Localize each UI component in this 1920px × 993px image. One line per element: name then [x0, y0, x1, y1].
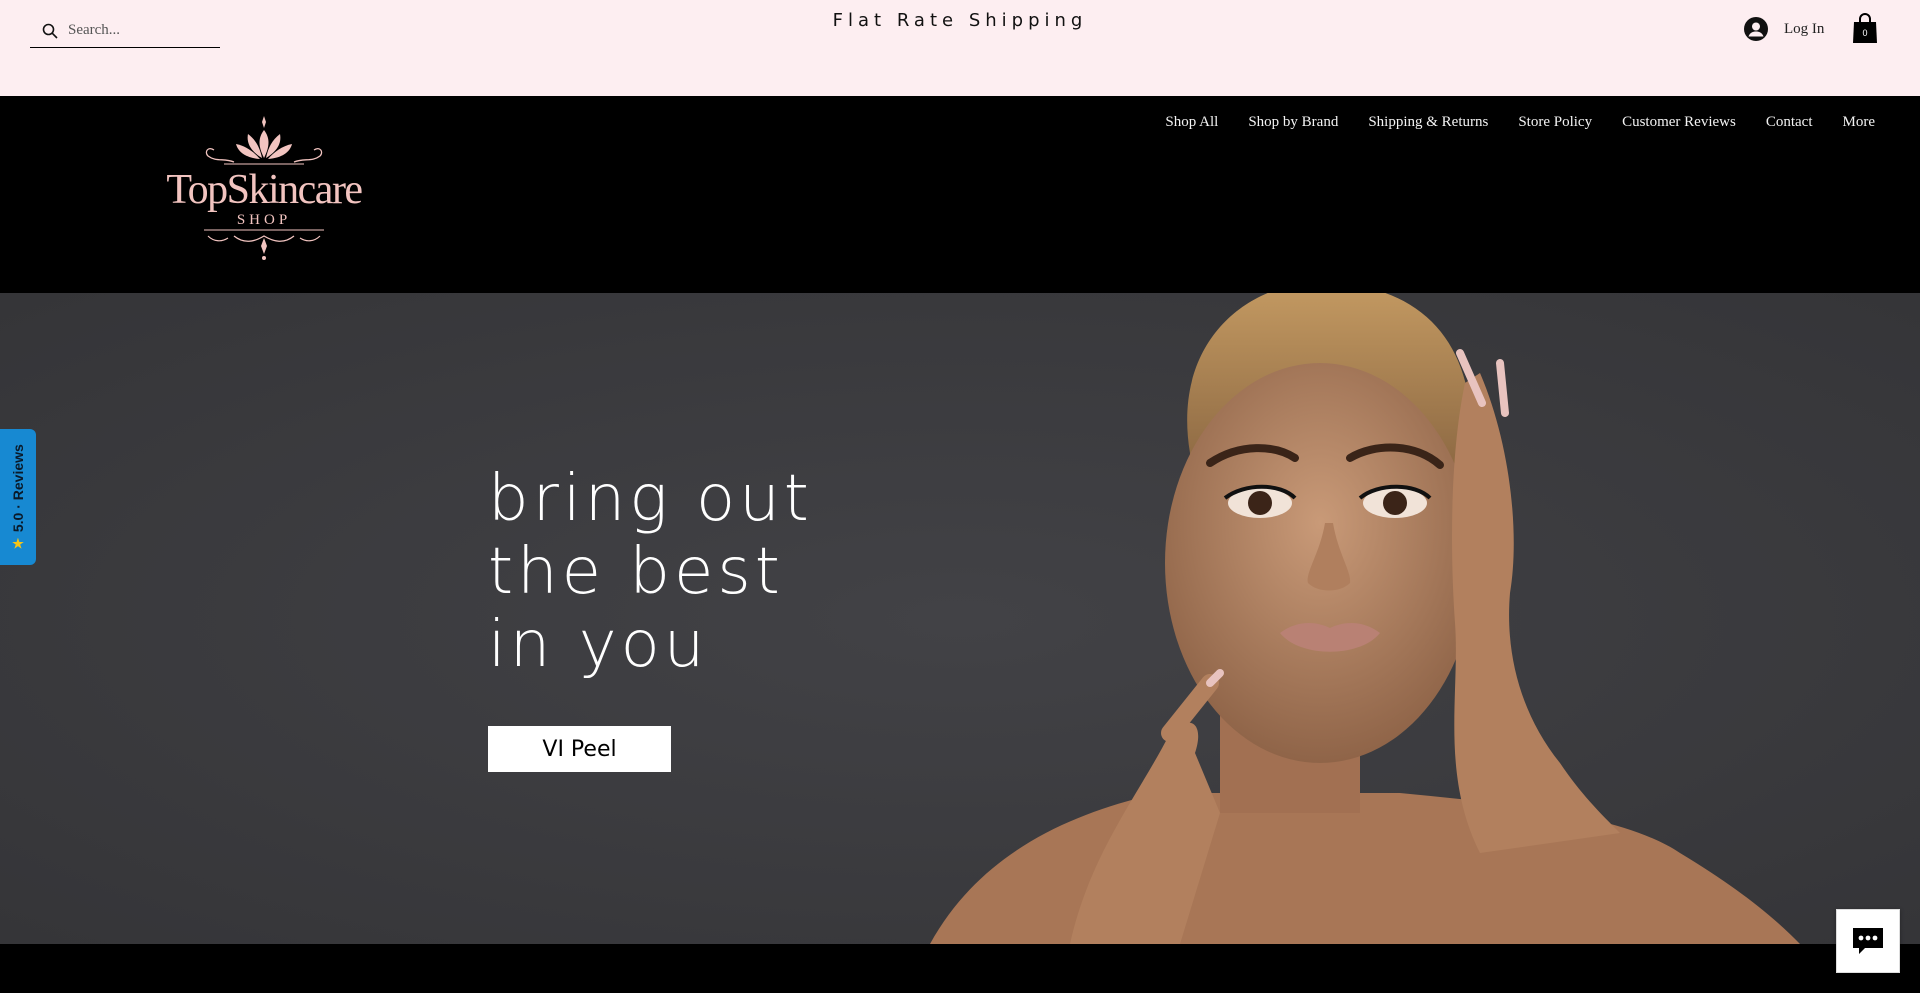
nav-customer-reviews[interactable]: Customer Reviews: [1607, 114, 1751, 131]
star-icon: ★: [12, 535, 24, 551]
logo-wordmark: TopSkincare: [166, 167, 363, 213]
nav-shipping-returns[interactable]: Shipping & Returns: [1353, 114, 1503, 131]
shipping-announcement: Flat Rate Shipping: [832, 10, 1088, 31]
hero-line-1: bring out: [488, 462, 813, 536]
hero-line-3: in you: [488, 608, 709, 682]
vi-peel-button[interactable]: VI Peel: [488, 726, 671, 772]
chat-bubble-icon: [1853, 928, 1883, 954]
reviews-tab-label-wrap: ★ 5.0 · Reviews: [10, 444, 26, 551]
logo-subtitle: SHOP: [236, 212, 292, 228]
nav-shop-by-brand[interactable]: Shop by Brand: [1233, 114, 1353, 131]
user-avatar-icon: [1744, 17, 1768, 41]
nav-more[interactable]: More: [1828, 114, 1876, 131]
nav-contact[interactable]: Contact: [1751, 114, 1828, 131]
announcement-bar: Flat Rate Shipping Log In 0: [0, 0, 1920, 96]
login-button[interactable]: Log In: [1744, 14, 1824, 44]
cart-button[interactable]: 0: [1852, 12, 1878, 44]
nav-store-policy[interactable]: Store Policy: [1503, 114, 1607, 131]
chat-widget-button[interactable]: [1836, 909, 1900, 973]
login-label: Log In: [1784, 20, 1825, 37]
main-nav: Shop All Shop by Brand Shipping & Return…: [1150, 114, 1875, 131]
site-header: TopSkincare SHOP Shop All Shop by Brand …: [0, 96, 1920, 293]
hero-section: bring out the best in you VI Peel: [0, 293, 1920, 944]
brand-logo[interactable]: TopSkincare SHOP: [164, 112, 364, 262]
model-portrait-image: [930, 293, 1800, 944]
hero-line-2: the best: [488, 535, 784, 609]
hero-headline: bring out the best in you: [488, 463, 813, 682]
reviews-tab-label: 5.0 · Reviews: [10, 444, 26, 533]
nav-shop-all[interactable]: Shop All: [1150, 114, 1233, 131]
reviews-side-tab[interactable]: ★ 5.0 · Reviews: [0, 429, 36, 565]
section-divider: [0, 944, 1920, 993]
cart-count: 0: [1862, 28, 1868, 38]
